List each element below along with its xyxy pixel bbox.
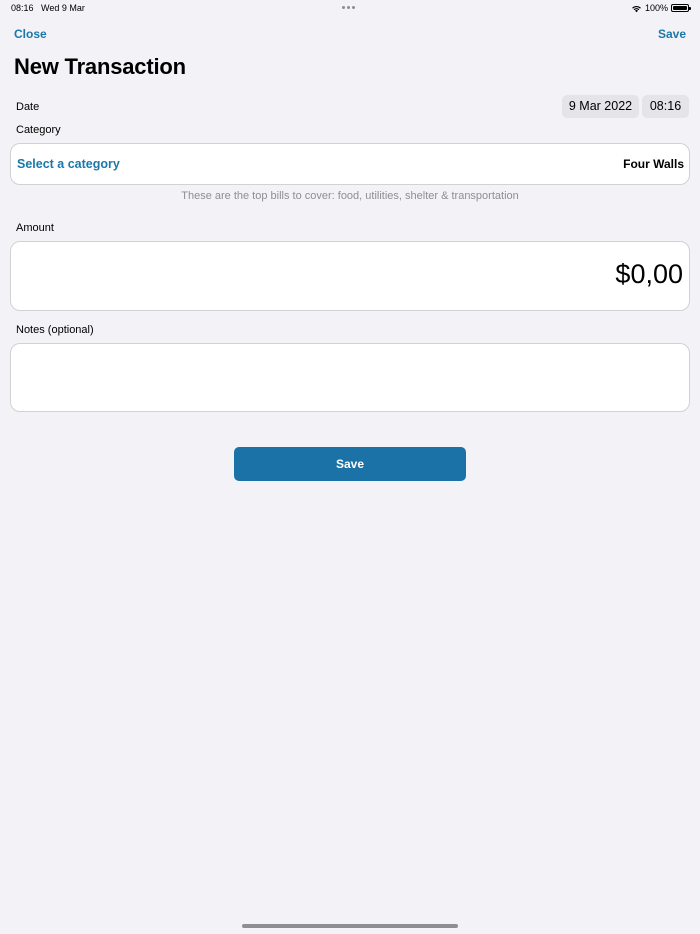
save-button[interactable]: Save xyxy=(234,447,466,481)
category-selector[interactable]: Select a category Four Walls xyxy=(10,143,690,185)
category-helper-text: These are the top bills to cover: food, … xyxy=(181,190,519,202)
page-title: New Transaction xyxy=(14,54,186,79)
notes-label: Notes (optional) xyxy=(16,324,94,336)
amount-label: Amount xyxy=(16,222,54,234)
notes-card xyxy=(10,343,690,412)
category-placeholder: Select a category xyxy=(17,157,120,171)
status-right: 100% xyxy=(631,3,691,13)
time-picker[interactable]: 08:16 xyxy=(642,95,689,118)
multitasking-dots-icon[interactable] xyxy=(342,6,355,9)
close-button[interactable]: Close xyxy=(14,27,47,41)
save-nav-button[interactable]: Save xyxy=(658,27,686,41)
notes-input[interactable] xyxy=(17,350,683,405)
date-picker[interactable]: 9 Mar 2022 xyxy=(562,95,639,118)
screen: 08:16 Wed 9 Mar 100% Close Save New Tran… xyxy=(0,0,700,934)
amount-input[interactable] xyxy=(183,259,683,290)
date-label: Date xyxy=(16,101,40,113)
wifi-icon xyxy=(632,5,641,12)
battery-icon xyxy=(671,4,691,12)
status-date: Wed 9 Mar xyxy=(41,3,85,13)
amount-card xyxy=(10,241,690,311)
category-value: Four Walls xyxy=(623,157,684,171)
battery-percent: 100% xyxy=(644,3,668,13)
status-time: 08:16 xyxy=(11,3,34,13)
home-indicator[interactable] xyxy=(242,924,458,928)
category-label: Category xyxy=(16,124,61,136)
